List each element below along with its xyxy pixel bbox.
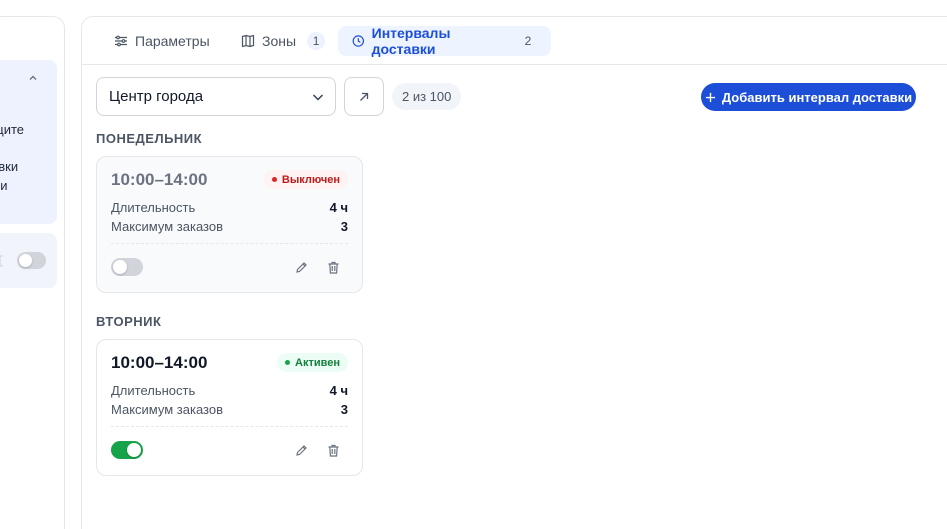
interval-enable-toggle[interactable]: [111, 258, 143, 276]
duration-label: Длительность: [111, 383, 196, 398]
arrow-up-right-icon: [360, 92, 369, 101]
left-card-text: щите: [0, 122, 24, 137]
interval-enable-toggle[interactable]: [111, 441, 143, 459]
interval-time: 10:00–14:00: [111, 170, 208, 189]
duration-value: 4 ч: [329, 383, 348, 398]
pencil-icon: [295, 261, 307, 273]
max-orders-label: Максимум заказов: [111, 402, 223, 417]
pencil-icon: [295, 444, 307, 456]
interval-card: 10:00–14:00 Выключен Длительность 4 ч Ма…: [96, 156, 363, 293]
tab-label: Зоны: [262, 33, 297, 49]
status-badge: Активен: [277, 353, 348, 372]
duration-value: 4 ч: [329, 200, 348, 215]
max-orders-row: Максимум заказов 3: [111, 219, 348, 234]
zone-select[interactable]: Центр города: [96, 77, 336, 116]
max-orders-value: 3: [340, 402, 348, 417]
tab-zones[interactable]: Зоны 1: [227, 26, 339, 56]
edit-interval-button[interactable]: [292, 441, 310, 459]
trash-icon[interactable]: [0, 253, 3, 267]
interval-counter-badge: 2 из 100: [392, 83, 462, 110]
tab-delivery-intervals[interactable]: Интервалы доставки 2: [338, 25, 551, 57]
status-dot-icon: [271, 177, 277, 182]
interval-time: 10:00–14:00: [111, 353, 208, 372]
zone-select-value: Центр города: [109, 88, 204, 105]
left-panel: щите авки ри: [0, 16, 65, 529]
open-zone-button[interactable]: [344, 77, 384, 116]
tab-count-badge: 2: [524, 34, 532, 48]
day-heading-monday: ПОНЕДЕЛЬНИК: [96, 131, 203, 146]
chevron-up-icon[interactable]: [27, 72, 39, 84]
tab-bar: Параметры Зоны 1 Интервалы доставки 2: [82, 17, 947, 65]
delete-interval-button[interactable]: [324, 441, 342, 459]
duration-row: Длительность 4 ч: [111, 383, 348, 398]
tab-label: Параметры: [135, 33, 210, 49]
duration-row: Длительность 4 ч: [111, 200, 348, 215]
card-divider: [111, 426, 348, 427]
status-dot-icon: [285, 360, 291, 365]
max-orders-label: Максимум заказов: [111, 219, 223, 234]
chevron-down-icon: [312, 94, 324, 101]
trash-icon: [328, 261, 338, 274]
sliders-icon: [115, 35, 127, 47]
toolbar: Центр города 2 из 100 Добавить интервал …: [96, 77, 918, 117]
trash-icon: [328, 444, 338, 457]
status-badge: Выключен: [263, 170, 348, 189]
edit-interval-button[interactable]: [292, 258, 310, 276]
duration-label: Длительность: [111, 200, 196, 215]
clock-icon: [352, 35, 365, 47]
tab-label: Интервалы доставки: [371, 25, 451, 57]
card-divider: [111, 243, 348, 244]
tab-count-badge: 1: [307, 32, 326, 50]
day-heading-tuesday: ВТОРНИК: [96, 314, 162, 329]
main-panel: Параметры Зоны 1 Интервалы доставки 2 Це…: [81, 16, 947, 529]
add-interval-label: Добавить интервал доставки: [721, 89, 913, 105]
status-label: Активен: [295, 356, 340, 369]
max-orders-value: 3: [340, 219, 348, 234]
left-card-text: ри: [0, 178, 8, 193]
left-settings-card: щите авки ри: [0, 60, 57, 224]
add-interval-button[interactable]: Добавить интервал доставки: [701, 83, 916, 111]
left-card-text: авки: [0, 159, 19, 174]
map-icon: [241, 34, 255, 48]
max-orders-row: Максимум заказов 3: [111, 402, 348, 417]
delete-interval-button[interactable]: [324, 258, 342, 276]
interval-card: 10:00–14:00 Активен Длительность 4 ч Мак…: [96, 339, 363, 476]
left-row-toggle[interactable]: [17, 252, 46, 269]
status-label: Выключен: [281, 173, 340, 186]
plus-icon: [705, 92, 715, 102]
tab-parameters[interactable]: Параметры: [100, 26, 224, 56]
left-list-row: [0, 233, 57, 288]
